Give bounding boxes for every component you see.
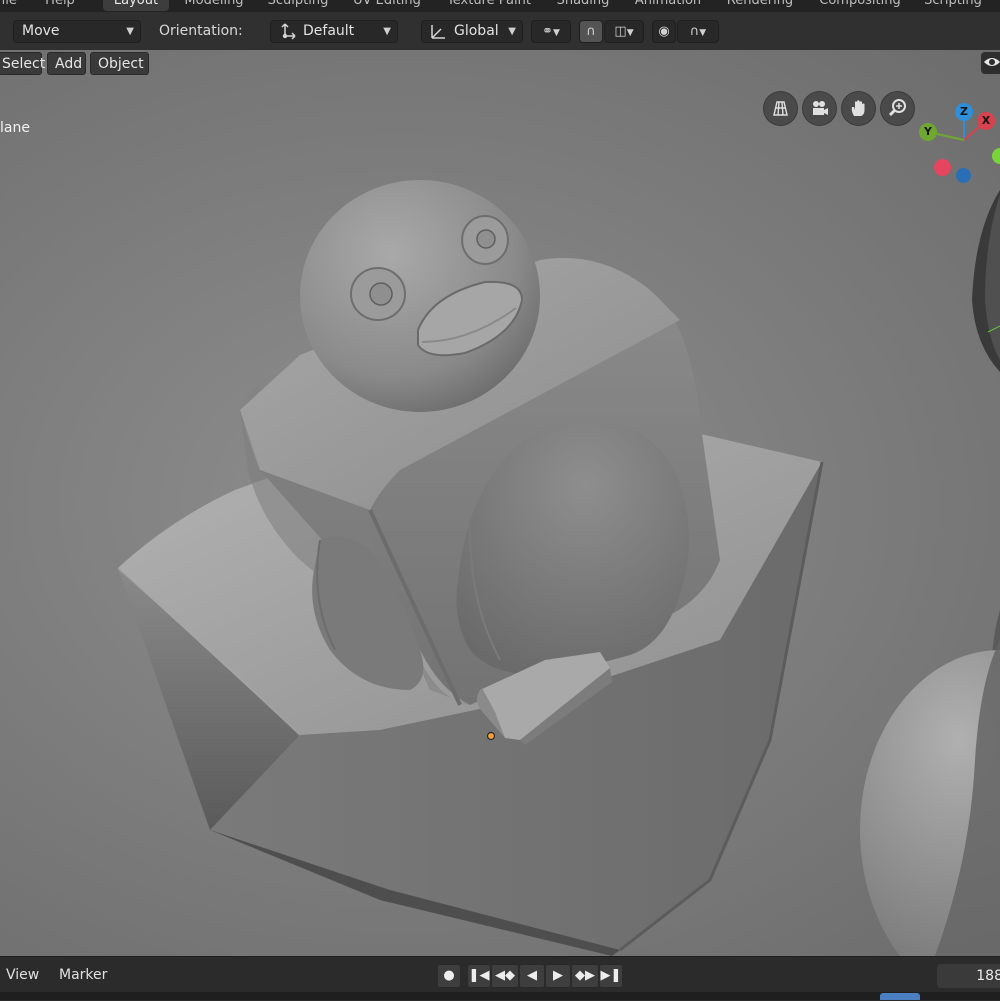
- hand-pan-icon: [851, 100, 865, 116]
- tab-uv-editing[interactable]: UV Editing: [346, 0, 428, 11]
- next-keyframe-icon: ◆▶: [575, 968, 595, 983]
- object-name-label: lane: [0, 120, 30, 136]
- add-menu[interactable]: Add: [47, 52, 86, 75]
- proportional-edit-toggle[interactable]: ◉: [652, 20, 676, 43]
- timeline-marker-menu[interactable]: Marker: [59, 967, 107, 983]
- tool-dropdown[interactable]: Move ▼: [13, 20, 141, 43]
- chevron-down-icon: ▼: [552, 28, 560, 38]
- snap-target-dropdown[interactable]: ◫▼: [604, 20, 644, 43]
- tab-sculpting[interactable]: Sculpting: [260, 0, 336, 11]
- gizmo-x-label: X: [981, 114, 991, 127]
- record-button[interactable]: ●: [437, 964, 461, 988]
- falloff-dropdown[interactable]: ∩▼: [677, 20, 719, 43]
- prev-keyframe-button[interactable]: ◀◆: [491, 964, 519, 988]
- tab-texture-paint[interactable]: Texture Paint: [436, 0, 542, 11]
- tab-compositing[interactable]: Compositing: [810, 0, 910, 11]
- tab-layout[interactable]: Layout: [103, 0, 169, 11]
- next-keyframe-button[interactable]: ◆▶: [571, 964, 599, 988]
- 3d-viewport[interactable]: lane Z X Y: [0, 50, 1000, 956]
- scene-render: [117, 112, 1000, 956]
- orientation-dropdown[interactable]: Default ▼: [270, 20, 398, 43]
- tab-modeling[interactable]: Modeling: [178, 0, 250, 11]
- select-menu[interactable]: Select: [0, 52, 45, 75]
- zoom-icon: [888, 99, 906, 117]
- camera-icon: [813, 101, 828, 115]
- gizmo-neg-x-axis[interactable]: [934, 159, 951, 176]
- snap-toggle[interactable]: ∩: [579, 20, 603, 43]
- current-frame-field[interactable]: 188: [937, 964, 1000, 988]
- object-menu[interactable]: Object: [90, 52, 149, 75]
- link-icon: ⚭: [542, 24, 553, 39]
- eye-icon: [984, 58, 1000, 66]
- magnet-icon: ∩: [586, 24, 596, 39]
- record-icon: ●: [443, 968, 455, 983]
- prev-keyframe-icon: ◀◆: [495, 968, 515, 983]
- tab-scripting[interactable]: Scripting: [916, 0, 990, 11]
- tool-header: Move ▼ Orientation: Default ▼ Global ▼ ⚭…: [0, 12, 1000, 51]
- chevron-down-icon: ▼: [699, 28, 707, 38]
- timeline-area[interactable]: [0, 992, 1000, 1000]
- global-axes-icon: [428, 21, 448, 49]
- play-reverse-button[interactable]: ◀: [519, 964, 545, 988]
- camera-view-button[interactable]: [803, 92, 836, 125]
- tab-help[interactable]: Help: [40, 0, 80, 11]
- proportional-edit-icon: ◉: [658, 24, 670, 39]
- snap-increment-icon: ◫: [614, 24, 627, 39]
- play-button[interactable]: ▶: [545, 964, 571, 988]
- falloff-curve-icon: ∩: [689, 24, 700, 39]
- viewport-overlay-toggle[interactable]: [981, 52, 1000, 74]
- gizmo-z-axis[interactable]: Z: [955, 103, 973, 121]
- tab-shading[interactable]: Shading: [550, 0, 616, 11]
- frame-indicator[interactable]: [880, 993, 920, 1000]
- jump-start-icon: ❚◀: [468, 968, 490, 983]
- tab-file[interactable]: File: [0, 0, 26, 11]
- gizmo-x-axis[interactable]: X: [977, 112, 995, 130]
- transform-orientation-dropdown[interactable]: Global ▼: [421, 20, 523, 43]
- jump-start-button[interactable]: ❚◀: [467, 964, 491, 988]
- tab-rendering[interactable]: Rendering: [718, 0, 802, 11]
- jump-end-icon: ▶❚: [600, 968, 622, 983]
- chevron-down-icon: ▼: [626, 28, 634, 38]
- jump-end-button[interactable]: ▶❚: [599, 964, 623, 988]
- pan-view-button[interactable]: [842, 92, 875, 125]
- gizmo-neg-z-axis[interactable]: [956, 168, 971, 183]
- toggle-perspective-button[interactable]: [764, 92, 797, 125]
- tab-animation[interactable]: Animation: [624, 0, 712, 11]
- zoom-view-button[interactable]: [881, 92, 914, 125]
- timeline-view-menu[interactable]: View: [6, 967, 39, 983]
- gizmo-y-label: Y: [924, 125, 932, 138]
- transform-orientation-value: Global: [454, 23, 499, 39]
- chevron-down-icon: ▼: [383, 26, 391, 37]
- orientation-icon: [277, 21, 297, 49]
- grid-perspective-icon: [773, 101, 788, 116]
- gizmo-y-axis[interactable]: Y: [919, 123, 937, 141]
- workspace-tabs: File Help Layout Modeling Sculpting UV E…: [0, 0, 1000, 12]
- gizmo-z-label: Z: [960, 105, 968, 118]
- play-reverse-icon: ◀: [527, 968, 537, 983]
- orientation-label: Orientation:: [159, 23, 243, 39]
- chevron-down-icon: ▼: [508, 26, 516, 37]
- chevron-down-icon: ▼: [126, 26, 134, 37]
- tool-value: Move: [22, 23, 60, 39]
- orientation-value: Default: [303, 23, 355, 39]
- pivot-point-button[interactable]: ⚭▼: [531, 20, 571, 43]
- play-icon: ▶: [553, 968, 563, 983]
